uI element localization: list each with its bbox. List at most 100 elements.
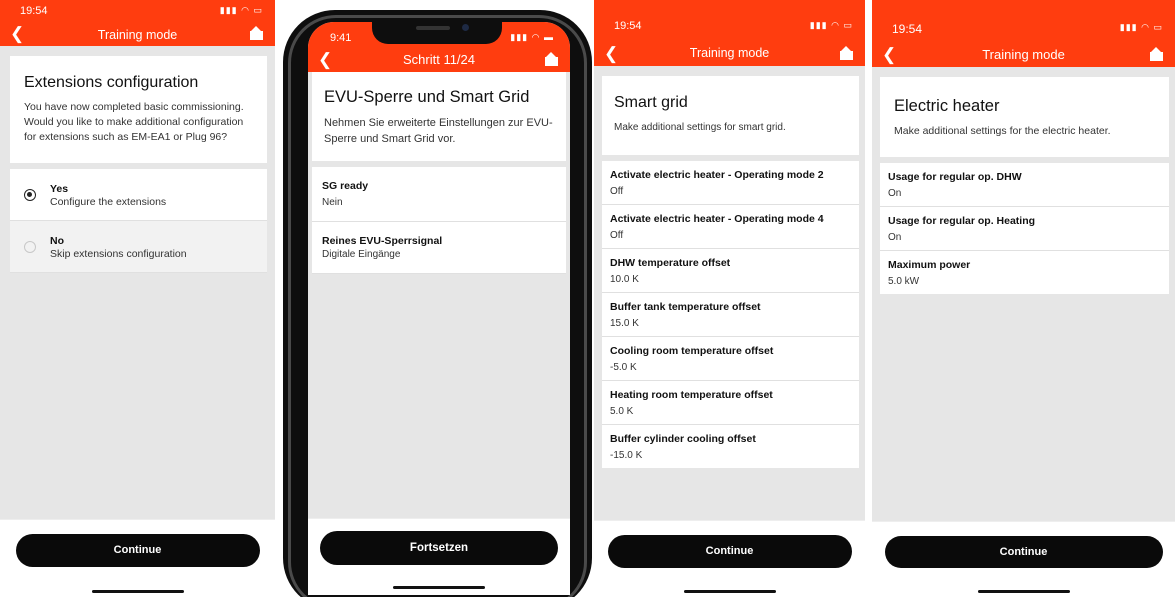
camera-icon	[462, 24, 469, 31]
page-heading: Electric heater	[894, 97, 1000, 115]
nav-title: Schritt 11/24	[402, 52, 476, 67]
item-value: On	[888, 188, 902, 199]
status-time: 19:54	[20, 5, 48, 17]
content: Extensions configuration You have now co…	[0, 56, 275, 273]
home-indicator	[683, 590, 776, 593]
content: Electric heater Make additional settings…	[872, 77, 1175, 294]
option-sublabel: Configure the extensions	[50, 196, 167, 208]
list-item[interactable]: Buffer cylinder cooling offset -15.0 K	[602, 425, 859, 468]
header-card: Smart grid Make additional settings for …	[602, 76, 859, 155]
item-value: Digitale Eingänge	[322, 249, 401, 260]
status-bar: 19:54 ▮▮▮ ◠ ▭	[594, 0, 865, 44]
list-item[interactable]: Heating room temperature offset 5.0 K	[602, 381, 859, 425]
home-icon[interactable]	[840, 46, 853, 60]
option-sublabel: Skip extensions configuration	[50, 248, 187, 260]
screen-extensions-configuration: 19:54 ▮▮▮ ◠ ▭ ❮ Training mode Extensions…	[0, 0, 275, 597]
footer: Continue	[872, 521, 1175, 597]
screen-smart-grid: 19:54 ▮▮▮ ◠ ▭ ❮ Training mode Smart grid…	[594, 0, 865, 597]
home-icon[interactable]	[545, 52, 558, 66]
status-icons: ▮▮▮ ◠ ▬	[510, 32, 554, 42]
content: Smart grid Make additional settings for …	[594, 76, 865, 468]
status-icons: ▮▮▮ ◠ ▭	[809, 20, 853, 30]
nav-bar: ❮ Training mode	[0, 22, 275, 46]
nav-bar: ❮ Training mode	[594, 42, 865, 66]
continue-button[interactable]: Continue	[15, 534, 260, 567]
option-label: No	[50, 235, 64, 247]
phone-notch	[372, 18, 502, 44]
page-description: Make additional settings for smart grid.	[614, 122, 786, 133]
home-icon[interactable]	[250, 26, 263, 40]
radio-selected-icon[interactable]	[24, 189, 36, 201]
item-label: Cooling room temperature offset	[610, 345, 774, 357]
nav-title: Training mode	[689, 46, 770, 60]
settings-list: SG ready Nein Reines EVU-Sperrsignal Dig…	[312, 167, 566, 274]
item-label: Buffer cylinder cooling offset	[610, 433, 756, 445]
home-indicator	[977, 590, 1070, 593]
status-icons: ▮▮▮ ◠ ▭	[1119, 22, 1163, 32]
header-card: Extensions configuration You have now co…	[10, 56, 267, 163]
speaker-icon	[416, 26, 450, 30]
page-description: Nehmen Sie erweiterte Einstellungen zur …	[324, 117, 553, 145]
item-label: DHW temperature offset	[610, 257, 731, 269]
radio-unselected-icon[interactable]	[24, 241, 36, 253]
options-list: Yes Configure the extensions No Skip ext…	[10, 169, 267, 273]
item-value: Nein	[322, 197, 343, 208]
list-item[interactable]: Reines EVU-Sperrsignal Digitale Eingänge	[312, 222, 566, 274]
page-heading: EVU-Sperre und Smart Grid	[324, 88, 530, 106]
header-card: Electric heater Make additional settings…	[880, 77, 1169, 157]
list-item[interactable]: Usage for regular op. Heating On	[880, 207, 1169, 251]
list-item[interactable]: Buffer tank temperature offset 15.0 K	[602, 293, 859, 337]
list-item[interactable]: Activate electric heater - Operating mod…	[602, 205, 859, 249]
footer: Continue	[0, 519, 275, 597]
status-time: 9:41	[330, 32, 352, 44]
list-item[interactable]: Maximum power 5.0 kW	[880, 251, 1169, 294]
item-label: Heating room temperature offset	[610, 389, 773, 401]
list-item[interactable]: Cooling room temperature offset -5.0 K	[602, 337, 859, 381]
item-value: 5.0 K	[610, 406, 634, 417]
home-indicator	[393, 586, 485, 589]
continue-button[interactable]: Continue	[607, 535, 852, 568]
option-no[interactable]: No Skip extensions configuration	[10, 221, 267, 273]
footer: Continue	[594, 520, 865, 597]
item-value: 5.0 kW	[888, 276, 920, 287]
screenshots-stage: 19:54 ▮▮▮ ◠ ▭ ❮ Training mode Extensions…	[0, 0, 1175, 597]
list-item[interactable]: SG ready Nein	[312, 167, 566, 222]
item-label: Activate electric heater - Operating mod…	[610, 169, 824, 181]
item-value: -5.0 K	[610, 362, 637, 373]
status-time: 19:54	[614, 20, 642, 32]
status-time: 19:54	[892, 22, 923, 36]
continue-button[interactable]: Fortsetzen	[320, 531, 558, 565]
item-label: Activate electric heater - Operating mod…	[610, 213, 824, 225]
option-label: Yes	[50, 183, 69, 195]
item-label: Maximum power	[888, 259, 971, 271]
list-item[interactable]: Usage for regular op. DHW On	[880, 163, 1169, 207]
nav-title: Training mode	[97, 28, 178, 42]
status-bar: 19:54 ▮▮▮ ◠ ▭	[872, 0, 1175, 46]
footer: Fortsetzen	[308, 518, 570, 595]
nav-bar: ❮ Schritt 11/24	[308, 48, 570, 72]
item-value: 10.0 K	[610, 274, 639, 285]
item-value: Off	[610, 186, 624, 197]
page-description: Make additional settings for the electri…	[894, 125, 1111, 137]
item-label: Usage for regular op. DHW	[888, 171, 1022, 183]
list-item[interactable]: DHW temperature offset 10.0 K	[602, 249, 859, 293]
nav-title: Training mode	[982, 47, 1065, 62]
item-label: SG ready	[322, 180, 369, 192]
home-indicator	[91, 590, 184, 593]
item-label: Reines EVU-Sperrsignal	[322, 235, 443, 247]
settings-list: Activate electric heater - Operating mod…	[602, 161, 859, 468]
page-heading: Smart grid	[614, 94, 688, 111]
header-card: EVU-Sperre und Smart Grid Nehmen Sie erw…	[312, 72, 566, 161]
page-description: You have now completed basic commissioni…	[24, 101, 244, 143]
list-item[interactable]: Activate electric heater - Operating mod…	[602, 161, 859, 205]
settings-list: Usage for regular op. DHW On Usage for re…	[880, 163, 1169, 294]
home-icon[interactable]	[1150, 47, 1163, 61]
item-value: 15.0 K	[610, 318, 639, 329]
status-icons: ▮▮▮ ◠ ▭	[219, 5, 263, 15]
option-yes[interactable]: Yes Configure the extensions	[10, 169, 267, 221]
item-label: Usage for regular op. Heating	[888, 215, 1036, 227]
item-label: Buffer tank temperature offset	[610, 301, 761, 313]
item-value: -15.0 K	[610, 450, 643, 461]
continue-button[interactable]: Continue	[884, 536, 1163, 568]
item-value: On	[888, 232, 902, 243]
